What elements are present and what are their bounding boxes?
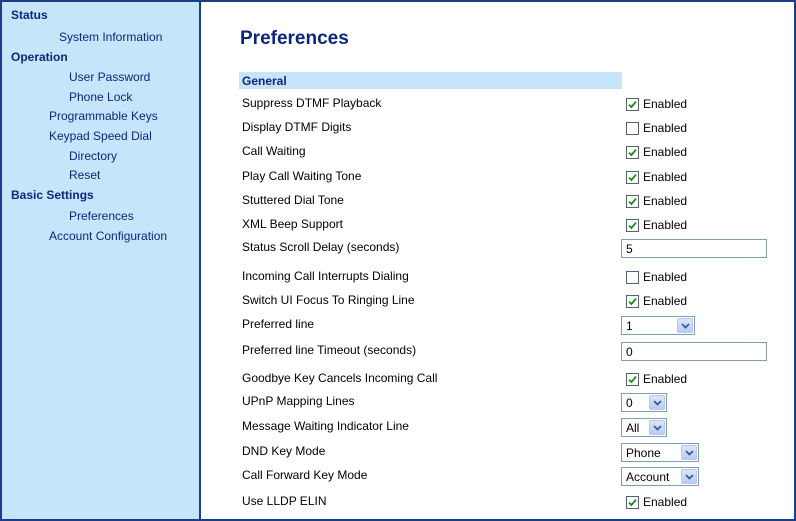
select-call-forward-key-mode[interactable]: Account (621, 467, 699, 486)
label-dnd-key-mode: DND Key Mode (242, 444, 326, 458)
label-status-scroll-delay-seconds: Status Scroll Delay (seconds) (242, 240, 400, 254)
page-title: Preferences (240, 28, 349, 49)
check-icon (628, 173, 637, 181)
section-header-label: General (242, 74, 287, 88)
label-preferred-line-timeout-seconds: Preferred line Timeout (seconds) (242, 343, 417, 357)
label-display-dtmf-digits: Display DTMF Digits (242, 120, 352, 134)
sidebar-section-basic-settings[interactable]: Basic Settings (11, 188, 94, 202)
select-message-waiting-indicator-line[interactable]: All (621, 418, 667, 437)
dropdown-button[interactable] (649, 395, 665, 410)
check-icon (628, 297, 637, 305)
label-message-waiting-indicator-line: Message Waiting Indicator Line (242, 419, 409, 433)
label-preferred-line: Preferred line (242, 317, 315, 331)
checkbox-box[interactable] (626, 145, 639, 159)
select-value: Phone (626, 445, 661, 460)
sidebar-item-system-information[interactable]: System Information (59, 30, 162, 44)
label-use-lldp-elin: Use LLDP ELIN (242, 494, 327, 508)
select-upnp-mapping-lines[interactable]: 0 (621, 393, 667, 412)
sidebar-section-operation[interactable]: Operation (11, 50, 68, 64)
input-preferred-line-timeout-seconds[interactable] (621, 342, 767, 361)
checkbox-box[interactable] (626, 495, 639, 509)
checkbox-label: Enabled (643, 218, 688, 232)
sidebar-section-status[interactable]: Status (11, 8, 48, 22)
section-header-general: General (239, 72, 622, 89)
checkbox-box[interactable] (626, 270, 639, 284)
select-preferred-line[interactable]: 1 (621, 316, 695, 335)
check-icon (628, 197, 637, 205)
chevron-down-icon (652, 424, 662, 431)
sidebar-item-reset[interactable]: Reset (69, 168, 100, 182)
checkbox-label: Enabled (643, 372, 688, 386)
checkbox-switch-ui-focus-to-ringing-line[interactable]: Enabled (626, 293, 687, 309)
chevron-down-icon (684, 473, 694, 480)
select-value: All (626, 420, 640, 435)
sidebar-item-preferences[interactable]: Preferences (69, 209, 134, 223)
dropdown-button[interactable] (681, 469, 697, 484)
checkbox-box[interactable] (626, 170, 639, 184)
label-stuttered-dial-tone: Stuttered Dial Tone (242, 193, 344, 207)
sidebar-item-user-password[interactable]: User Password (69, 70, 150, 84)
checkbox-goodbye-key-cancels-incoming-call[interactable]: Enabled (626, 371, 687, 387)
checkbox-display-dtmf-digits[interactable]: Enabled (626, 120, 687, 136)
checkbox-stuttered-dial-tone[interactable]: Enabled (626, 193, 687, 209)
checkbox-label: Enabled (643, 145, 688, 159)
label-play-call-waiting-tone: Play Call Waiting Tone (242, 169, 362, 183)
input-status-scroll-delay-seconds[interactable] (621, 239, 767, 258)
checkbox-xml-beep-support[interactable]: Enabled (626, 217, 687, 233)
dropdown-button[interactable] (681, 445, 697, 460)
chevron-down-icon (680, 322, 690, 329)
checkbox-box[interactable] (626, 121, 639, 135)
checkbox-label: Enabled (643, 97, 688, 111)
select-value: 0 (626, 395, 633, 410)
checkbox-label: Enabled (643, 170, 688, 184)
checkbox-label: Enabled (643, 270, 688, 284)
checkbox-call-waiting[interactable]: Enabled (626, 144, 687, 160)
sidebar-item-directory[interactable]: Directory (69, 149, 117, 163)
label-switch-ui-focus-to-ringing-line: Switch UI Focus To Ringing Line (242, 293, 415, 307)
checkbox-use-lldp-elin[interactable]: Enabled (626, 494, 687, 510)
sidebar-item-account-configuration[interactable]: Account Configuration (49, 229, 167, 243)
check-icon (628, 375, 637, 383)
checkbox-play-call-waiting-tone[interactable]: Enabled (626, 169, 687, 185)
label-xml-beep-support: XML Beep Support (242, 217, 343, 231)
label-upnp-mapping-lines: UPnP Mapping Lines (242, 394, 355, 408)
dropdown-button[interactable] (649, 420, 665, 435)
checkbox-incoming-call-interrupts-dialing[interactable]: Enabled (626, 269, 687, 285)
select-value: 1 (626, 318, 633, 333)
select-value: Account (626, 469, 670, 484)
checkbox-label: Enabled (643, 194, 688, 208)
label-goodbye-key-cancels-incoming-call: Goodbye Key Cancels Incoming Call (242, 371, 438, 385)
label-suppress-dtmf-playback: Suppress DTMF Playback (242, 96, 382, 110)
sidebar-item-keypad-speed-dial[interactable]: Keypad Speed Dial (49, 129, 152, 143)
checkbox-box[interactable] (626, 372, 639, 386)
sidebar-item-programmable-keys[interactable]: Programmable Keys (49, 109, 158, 123)
check-icon (628, 100, 637, 108)
checkbox-label: Enabled (643, 121, 688, 135)
label-incoming-call-interrupts-dialing: Incoming Call Interrupts Dialing (242, 269, 409, 283)
checkbox-label: Enabled (643, 495, 688, 509)
checkbox-suppress-dtmf-playback[interactable]: Enabled (626, 96, 687, 112)
checkbox-box[interactable] (626, 294, 639, 308)
label-call-forward-key-mode: Call Forward Key Mode (242, 468, 368, 482)
check-icon (628, 498, 637, 506)
checkbox-label: Enabled (643, 294, 688, 308)
checkbox-box[interactable] (626, 194, 639, 208)
check-icon (628, 148, 637, 156)
chevron-down-icon (684, 449, 694, 456)
check-icon (628, 221, 637, 229)
checkbox-box[interactable] (626, 218, 639, 232)
sidebar: Status System Information Operation User… (2, 2, 201, 519)
chevron-down-icon (652, 399, 662, 406)
label-call-waiting: Call Waiting (242, 144, 306, 158)
sidebar-item-phone-lock[interactable]: Phone Lock (69, 90, 132, 104)
checkbox-box[interactable] (626, 97, 639, 111)
dropdown-button[interactable] (677, 318, 693, 333)
select-dnd-key-mode[interactable]: Phone (621, 443, 699, 462)
